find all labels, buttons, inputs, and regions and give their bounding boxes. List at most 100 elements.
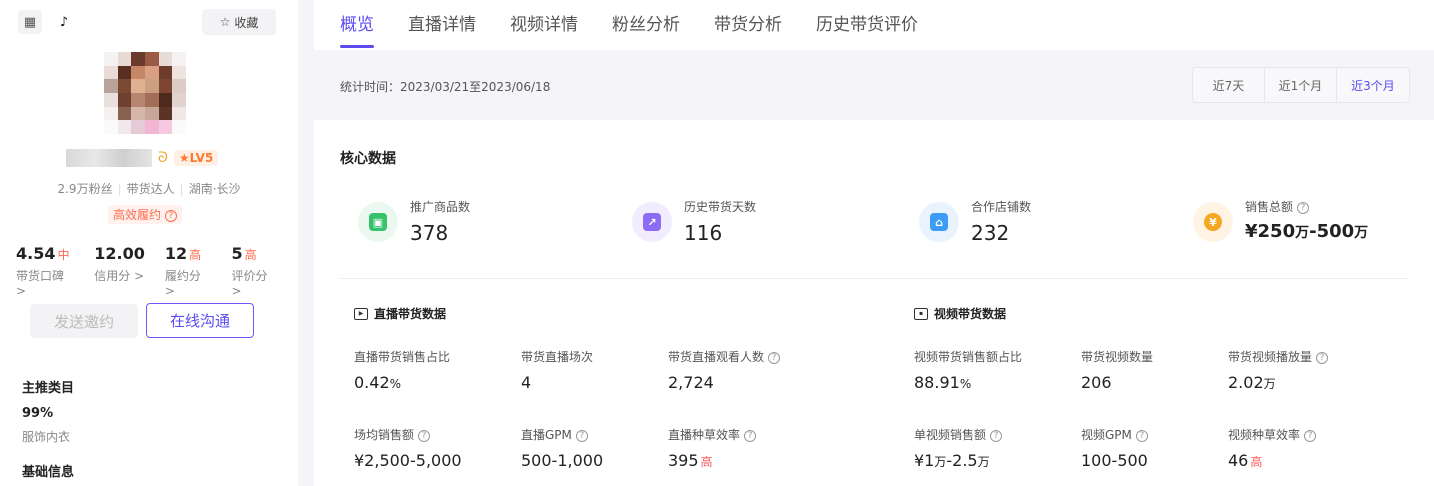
help-icon[interactable]: ? xyxy=(1316,352,1329,364)
creator-meta: 2.9万粉丝 | 带货达人 | 湖南·长沙 xyxy=(57,182,241,196)
score-level: 中 xyxy=(57,248,70,262)
kpi-value: 232 xyxy=(971,221,1010,245)
metric-label: 场均销售额 xyxy=(354,428,415,442)
tab-bar: 概览 直播详情 视频详情 粉丝分析 带货分析 历史带货评价 xyxy=(314,0,1434,50)
help-icon[interactable]: ? xyxy=(418,430,431,442)
gutter xyxy=(298,0,314,486)
metric-value-max: -2.5 xyxy=(946,451,978,470)
tab-overview[interactable]: 概览 xyxy=(340,0,374,50)
tab-live-details[interactable]: 直播详情 xyxy=(408,0,476,50)
fans-count: 2.9万粉丝 xyxy=(57,182,113,196)
metric-label: 直播种草效率 xyxy=(668,428,741,442)
help-icon[interactable]: ? xyxy=(575,430,588,442)
kpi-value: 116 xyxy=(684,221,723,245)
help-icon[interactable]: ? xyxy=(768,352,781,364)
metric-video-efficiency: 视频种草效率? 46 高 xyxy=(1228,426,1317,470)
metric-live-gpm: 直播GPM? 500-1,000 xyxy=(521,426,603,470)
username-blurred xyxy=(66,149,152,167)
score-label: 评价分 xyxy=(231,269,268,283)
metric-video-count: 带货视频数量 206 xyxy=(1081,348,1153,392)
avatar xyxy=(104,52,186,134)
send-invite-button[interactable]: 发送邀约 xyxy=(30,304,138,338)
metric-value: 2.02 xyxy=(1228,373,1264,392)
grid-icon[interactable]: ▦ xyxy=(18,10,42,34)
metric-label: 带货视频播放量 xyxy=(1228,350,1313,364)
score-credit[interactable]: 12.00 信用分 > xyxy=(94,244,147,298)
metric-label: 直播GPM xyxy=(521,428,572,442)
creator-type: 带货达人 xyxy=(126,182,175,196)
chevron-right-icon: > xyxy=(231,284,242,298)
favorite-label: 收藏 xyxy=(234,15,259,30)
kpi-label: 销售总额 xyxy=(1245,200,1294,214)
performance-badge-text: 高效履约 xyxy=(113,208,162,222)
range-7d-button[interactable]: 近7天 xyxy=(1193,68,1265,102)
performance-badge[interactable]: 高效履约? xyxy=(108,205,183,224)
level-text: LV5 xyxy=(189,151,214,165)
score-fulfillment[interactable]: 12 高 履约分 > xyxy=(165,244,214,298)
help-icon[interactable]: ? xyxy=(990,430,1003,442)
bag-icon: ▣ xyxy=(358,202,398,242)
kpi-value-min: ¥250 xyxy=(1245,221,1296,242)
tab-video-details[interactable]: 视频详情 xyxy=(510,0,578,50)
score-level: 高 xyxy=(189,248,202,262)
score-level: 高 xyxy=(244,248,257,262)
help-icon[interactable]: ? xyxy=(1135,430,1148,442)
score-reputation[interactable]: 4.54 中 带货口碑 > xyxy=(16,244,76,298)
kpi-unit: 万 xyxy=(1295,225,1310,241)
basic-info-title: 基础信息 xyxy=(22,465,75,480)
play-icon: ▶ xyxy=(354,307,368,320)
tab-sales-analysis[interactable]: 带货分析 xyxy=(714,0,782,50)
metric-value: 88.91 xyxy=(914,373,960,392)
core-data-title: 核心数据 xyxy=(340,151,396,167)
metric-label: 视频种草效率 xyxy=(1228,428,1301,442)
metric-video-gpm: 视频GPM? 100-500 xyxy=(1081,426,1148,470)
tab-history-reviews[interactable]: 历史带货评价 xyxy=(816,0,918,50)
metric-level: 高 xyxy=(700,455,713,469)
range-1m-button[interactable]: 近1个月 xyxy=(1265,68,1337,102)
metric-label: 直播带货销售占比 xyxy=(354,350,451,364)
score-value: 12.00 xyxy=(94,244,145,263)
metric-label: 视频GPM xyxy=(1081,428,1132,442)
stat-bar: 统计时间：2023/03/21至2023/06/18 近7天 近1个月 近3个月 xyxy=(314,50,1434,118)
metric-value: 100-500 xyxy=(1081,451,1148,470)
kpi-sales-total: ¥ 销售总额? ¥250万-500万 xyxy=(1193,198,1368,242)
metric-value: ¥2,500-5,000 xyxy=(354,451,462,470)
metric-label: 带货直播场次 xyxy=(521,350,594,364)
help-icon[interactable]: ? xyxy=(744,430,757,442)
tab-fans-analysis[interactable]: 粉丝分析 xyxy=(612,0,680,50)
metric-value: 395 xyxy=(668,451,699,470)
tiktok-icon[interactable]: ♪ xyxy=(52,10,76,34)
video-section-title: 视频带货数据 xyxy=(934,307,1007,321)
kpi-label: 推广商品数 xyxy=(410,200,471,214)
creator-location: 湖南·长沙 xyxy=(188,182,241,196)
metric-value: 0.42 xyxy=(354,373,390,392)
favorite-button[interactable]: ☆ 收藏 xyxy=(202,9,276,35)
kpi-value: 378 xyxy=(410,221,449,245)
main-category-name: 服饰内衣 xyxy=(22,430,71,444)
main-panel: 概览 直播详情 视频详情 粉丝分析 带货分析 历史带货评价 统计时间：2023/… xyxy=(314,0,1434,486)
live-section-header: ▶ 直播带货数据 xyxy=(354,305,446,322)
main-category-title: 主推类目 xyxy=(22,381,75,396)
range-3m-button[interactable]: 近3个月 xyxy=(1337,68,1409,102)
metric-video-avg-sales: 单视频销售额? ¥1万-2.5万 xyxy=(914,426,1003,470)
metric-live-efficiency: 直播种草效率? 395 高 xyxy=(668,426,757,470)
metric-label: 带货直播观看人数 xyxy=(668,350,765,364)
metric-unit: % xyxy=(389,377,402,391)
top-icons: ▦ ♪ xyxy=(18,10,76,34)
score-value: 12 xyxy=(164,244,188,263)
metric-unit: 万 xyxy=(1263,377,1276,391)
help-icon[interactable]: ? xyxy=(165,210,178,222)
core-data-card: 核心数据 ▣ 推广商品数 378 ↗ 历史带货天数 116 ⌂ 合作店铺数 232 ¥… xyxy=(314,120,1434,486)
video-section-header: ▪ 视频带货数据 xyxy=(914,305,1006,322)
online-chat-button[interactable]: 在线沟通 xyxy=(146,303,254,338)
help-icon[interactable]: ? xyxy=(1297,202,1310,214)
metric-value-min: ¥1 xyxy=(914,451,935,470)
live-section-title: 直播带货数据 xyxy=(374,307,447,321)
chevron-right-icon: > xyxy=(164,284,175,298)
metric-value: 500-1,000 xyxy=(521,451,604,470)
divider xyxy=(340,278,1408,279)
score-review[interactable]: 5高 评价分 > xyxy=(231,244,280,298)
help-icon[interactable]: ? xyxy=(1304,430,1317,442)
score-value: 5 xyxy=(231,244,243,263)
metric-live-viewers: 带货直播观看人数? 2,724 xyxy=(668,348,781,392)
